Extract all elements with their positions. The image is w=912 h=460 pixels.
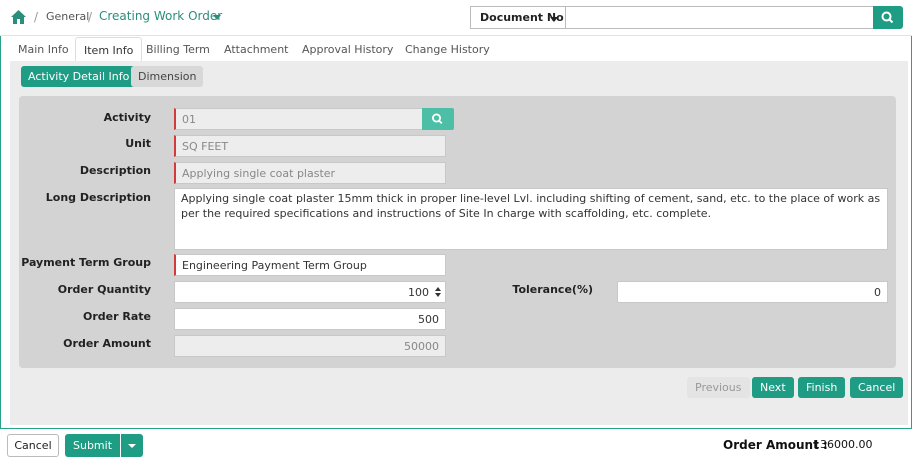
submit-options-dropdown[interactable]	[121, 434, 143, 457]
order-rate-field[interactable]: 500	[174, 308, 446, 330]
breadcrumb-separator: /	[88, 10, 93, 24]
activity-field[interactable]: 01	[174, 108, 423, 130]
activity-search-button[interactable]	[422, 108, 454, 130]
order-amount-field: 50000	[174, 335, 446, 357]
breadcrumb-separator: /	[34, 10, 39, 24]
page-title[interactable]: Creating Work Order	[99, 9, 222, 23]
search-icon	[881, 11, 894, 24]
tolerance-label: Tolerance(%)	[512, 283, 593, 296]
payment-term-group-label: Payment Term Group	[21, 256, 151, 269]
description-label: Description	[79, 164, 151, 177]
order-rate-label: Order Rate	[83, 310, 151, 323]
home-icon[interactable]	[10, 9, 27, 25]
cancel-button[interactable]: Cancel	[7, 434, 59, 457]
chevron-down-icon[interactable]	[213, 15, 221, 20]
submit-button[interactable]: Submit	[65, 434, 120, 457]
document-type-select[interactable]: Document No	[470, 6, 566, 29]
subtab-activity-detail-info[interactable]: Activity Detail Info	[21, 66, 137, 87]
order-amount-label: Order Amount	[63, 337, 151, 350]
breadcrumb-general-link[interactable]: General	[46, 10, 89, 23]
description-field[interactable]: Applying single coat plaster	[174, 162, 446, 184]
tolerance-field[interactable]: 0	[617, 281, 888, 303]
footer-bar: Cancel Submit Order Amount : 136000.00	[0, 428, 912, 460]
order-amount-total-value: 136000.00	[813, 438, 873, 451]
order-quantity-field[interactable]: 100	[174, 281, 446, 303]
payment-term-group-field[interactable]: Engineering Payment Term Group	[174, 254, 446, 276]
next-button[interactable]: Next	[752, 377, 794, 398]
spinner-arrows-icon[interactable]	[435, 286, 441, 298]
unit-field[interactable]: SQ FEET	[174, 135, 446, 157]
tab-main-info[interactable]: Main Info	[10, 37, 77, 62]
unit-label: Unit	[125, 137, 151, 150]
tab-approval-history[interactable]: Approval History	[294, 37, 401, 62]
chevron-down-icon	[550, 17, 558, 22]
tab-content: Activity Detail Info Dimension Activity …	[10, 61, 908, 425]
search-icon	[431, 113, 443, 125]
document-search-input[interactable]	[566, 6, 874, 29]
finish-button[interactable]: Finish	[798, 377, 846, 398]
long-description-textarea[interactable]: Applying single coat plaster 15mm thick …	[174, 188, 888, 250]
tab-item-info[interactable]: Item Info	[75, 37, 143, 62]
subtab-dimension[interactable]: Dimension	[131, 66, 204, 87]
activity-label: Activity	[103, 111, 151, 124]
previous-button[interactable]: Previous	[687, 377, 750, 398]
tab-billing-term[interactable]: Billing Term	[138, 37, 218, 62]
tab-change-history[interactable]: Change History	[397, 37, 498, 62]
long-description-label: Long Description	[45, 191, 151, 204]
tab-attachment[interactable]: Attachment	[216, 37, 297, 62]
activity-detail-panel: Activity 01 Unit SQ FEET Description App…	[19, 96, 896, 368]
top-bar: / General / Creating Work Order Document…	[0, 0, 912, 36]
tab-bar: Main Info Item Info Billing Term Attachm…	[10, 37, 910, 62]
order-quantity-value: 100	[408, 286, 429, 299]
cancel-step-button[interactable]: Cancel	[850, 377, 904, 398]
document-search-button[interactable]	[873, 6, 903, 29]
order-quantity-label: Order Quantity	[57, 283, 151, 296]
